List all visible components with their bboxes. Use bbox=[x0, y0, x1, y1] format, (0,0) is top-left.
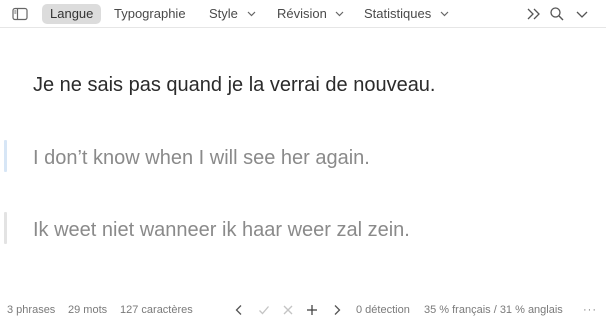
word-count: 29 mots bbox=[68, 304, 108, 316]
phrase-count: 3 phrases bbox=[7, 304, 56, 316]
chevron-down-icon bbox=[336, 11, 344, 17]
tab-revision[interactable]: Révision bbox=[277, 4, 344, 24]
sidebar-toggle-icon[interactable] bbox=[11, 5, 29, 23]
tab-statistiques[interactable]: Statistiques bbox=[364, 4, 449, 24]
status-bar: 3 phrases 29 mots 127 caractères 0 détec… bbox=[0, 300, 606, 321]
language-ratio: 35 % français / 31 % anglais bbox=[424, 304, 563, 316]
add-plus-icon[interactable] bbox=[305, 303, 319, 317]
source-sentence: Je ne sais pas quand je la verrai de nou… bbox=[33, 74, 436, 96]
translation-english: I don’t know when I will see her again. bbox=[33, 147, 370, 169]
tab-revision-label: Révision bbox=[277, 6, 327, 21]
reject-x-icon[interactable] bbox=[281, 303, 295, 317]
editor-area[interactable]: Je ne sais pas quand je la verrai de nou… bbox=[0, 28, 606, 294]
more-options-icon[interactable]: ··· bbox=[583, 303, 597, 317]
translation-dutch: Ik weet niet wanneer ik haar weer zal ze… bbox=[33, 219, 410, 241]
next-icon[interactable] bbox=[330, 303, 344, 317]
tab-langue-label: Langue bbox=[50, 6, 94, 21]
expand-chevrons-icon[interactable] bbox=[525, 5, 543, 23]
character-count: 127 caractères bbox=[120, 304, 193, 316]
chevron-down-icon bbox=[440, 11, 449, 17]
tab-typographie[interactable]: Typographie bbox=[114, 4, 186, 24]
accept-check-icon[interactable] bbox=[257, 303, 271, 317]
chevron-down-icon bbox=[247, 11, 255, 17]
tab-style[interactable]: Style bbox=[209, 4, 256, 24]
toolbar: Langue Typographie Style Révision Statis… bbox=[0, 0, 606, 28]
chevron-down-icon[interactable] bbox=[573, 5, 591, 23]
tab-typographie-label: Typographie bbox=[114, 6, 186, 21]
translation-accent-bar bbox=[4, 140, 7, 172]
previous-icon[interactable] bbox=[232, 303, 246, 317]
translation-accent-bar bbox=[4, 212, 7, 244]
detection-count: 0 détection bbox=[356, 304, 410, 316]
search-icon[interactable] bbox=[548, 5, 566, 23]
app-window: Langue Typographie Style Révision Statis… bbox=[0, 0, 606, 321]
tab-style-label: Style bbox=[209, 6, 238, 21]
tab-langue[interactable]: Langue bbox=[42, 4, 102, 24]
tab-statistiques-label: Statistiques bbox=[364, 6, 432, 21]
